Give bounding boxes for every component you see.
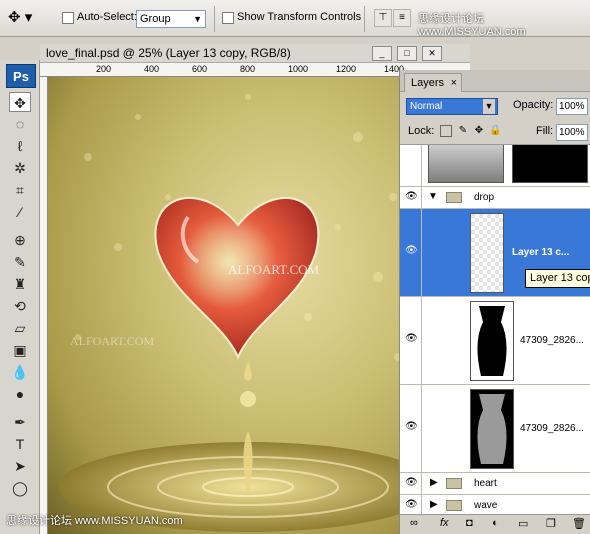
tab-layers[interactable]: Layers × (404, 73, 462, 92)
lock-position-icon[interactable]: ✥ (473, 125, 485, 137)
layer-thumbnail (470, 301, 514, 381)
layer-group-row[interactable]: 👁 ▼ drop (400, 187, 590, 209)
image-canvas[interactable]: ALFOART.COM ALFOART.COM (48, 77, 440, 534)
chevron-right-icon[interactable]: ▶ (430, 477, 438, 488)
eye-icon[interactable]: 👁 (405, 499, 418, 510)
layer-row[interactable] (400, 145, 590, 187)
panel-footer: ∞ fx ◘ ◐ ▭ ❐ 🗑 (400, 514, 590, 534)
divider (364, 6, 365, 32)
folder-icon (446, 192, 462, 203)
layer-thumbnail (428, 145, 504, 183)
move-tool-icon[interactable]: ✥ ▾ (8, 8, 42, 28)
toolbox: Ps ✥ ◌ ℓ ✲ ⌗ ⁄ ⊕ ✎ ♜ ⟲ ▱ ▣ 💧 ● ✒ T ➤ ◯ (0, 60, 40, 534)
eraser-icon[interactable]: ▱ (9, 318, 31, 338)
path-select-icon[interactable]: ➤ (9, 456, 31, 476)
move-tool-icon[interactable]: ✥ (9, 92, 31, 112)
auto-select-label: Auto-Select: (77, 11, 137, 23)
layer-group-row[interactable]: 👁 ▶ heart (400, 473, 590, 495)
lock-all-icon[interactable]: 🔒 (489, 125, 501, 137)
chevron-down-icon[interactable]: ▼ (428, 191, 438, 202)
chevron-right-icon[interactable]: ▶ (430, 499, 438, 510)
layer-mask-thumbnail (512, 145, 588, 183)
eye-icon[interactable]: 👁 (405, 245, 418, 256)
canvas-watermark: ALFOART.COM (70, 334, 155, 348)
pen-tool-icon[interactable]: ✒ (9, 412, 31, 432)
eye-icon[interactable]: 👁 (405, 191, 418, 202)
heart-artwork (58, 94, 438, 532)
layer-row[interactable]: 👁 47309_2826... (400, 297, 590, 385)
marquee-tool-icon[interactable]: ◌ (9, 114, 31, 134)
gradient-tool-icon[interactable]: ▣ (9, 340, 31, 360)
show-transform-label: Show Transform Controls (237, 11, 362, 23)
align-top-icon[interactable]: ⊤ (374, 9, 392, 27)
adjustment-layer-icon[interactable]: ◐ (492, 517, 499, 529)
chevron-down-icon: ▼ (193, 14, 202, 24)
show-transform-checkbox[interactable] (222, 12, 234, 24)
magic-wand-icon[interactable]: ✲ (9, 158, 31, 178)
watermark: 思缘设计论坛 www.MISSYUAN.com (6, 515, 183, 527)
document-title-bar[interactable]: love_final.psd @ 25% (Layer 13 copy, RGB… (40, 44, 470, 63)
minimize-button[interactable]: _ (372, 46, 392, 61)
eye-icon[interactable]: 👁 (405, 421, 418, 432)
healing-brush-icon[interactable]: ⊕ (9, 230, 31, 250)
opacity-field[interactable]: 100% (556, 98, 588, 115)
new-layer-icon[interactable]: ❐ (546, 517, 556, 530)
document-title: love_final.psd @ 25% (Layer 13 copy, RGB… (46, 46, 291, 60)
trash-icon[interactable]: 🗑 (572, 517, 586, 530)
history-brush-icon[interactable]: ⟲ (9, 296, 31, 316)
layers-list: 👁 ▼ drop 👁 Layer 13 c... 👁 47309_2826...… (400, 144, 590, 514)
layer-thumbnail (470, 389, 514, 469)
clone-stamp-icon[interactable]: ♜ (9, 274, 31, 294)
close-button[interactable]: ✕ (422, 46, 442, 61)
blend-mode-dropdown[interactable]: Normal ▼ (406, 98, 498, 115)
lock-paint-icon[interactable]: ✎ (457, 125, 469, 137)
layers-panel: Layers × Normal ▼ Opacity: 100% Lock: ✎ … (399, 70, 590, 534)
vertical-ruler (40, 77, 48, 534)
brush-tool-icon[interactable]: ✎ (9, 252, 31, 272)
fill-field[interactable]: 100% (556, 124, 588, 141)
link-layers-icon[interactable]: ∞ (410, 517, 418, 529)
auto-select-dropdown[interactable]: Group ▼ (136, 10, 206, 28)
canvas-watermark: ALFOART.COM (228, 262, 320, 277)
panel-tab-bar: Layers × (400, 70, 590, 92)
layer-name-tooltip: Layer 13 copy (525, 269, 590, 288)
lock-row: Lock: ✎ ✥ 🔒 Fill: 100% (400, 122, 590, 144)
eyedropper-icon[interactable]: ⁄ (9, 202, 31, 222)
lock-label: Lock: (408, 125, 435, 137)
close-icon[interactable]: × (451, 74, 457, 92)
layer-row[interactable]: 👁 47309_2826... (400, 385, 590, 473)
add-mask-icon[interactable]: ◘ (466, 517, 473, 529)
layer-thumbnail (470, 213, 504, 293)
dodge-tool-icon[interactable]: ● (9, 384, 31, 404)
eye-icon[interactable]: 👁 (405, 477, 418, 488)
folder-icon (446, 500, 462, 511)
blend-row: Normal ▼ Opacity: 100% (400, 96, 590, 118)
watermark: 思缘设计论坛 www.MISSYUAN.com (418, 13, 526, 38)
ps-logo: Ps (6, 64, 36, 88)
chevron-down-icon: ▼ (483, 99, 495, 114)
type-tool-icon[interactable]: T (9, 434, 31, 454)
layer-style-icon[interactable]: fx (440, 517, 449, 529)
align-vcenter-icon[interactable]: ≡ (393, 9, 411, 27)
new-group-icon[interactable]: ▭ (518, 517, 528, 530)
fill-label: Fill: (536, 125, 554, 137)
lock-transparency-icon[interactable] (440, 125, 452, 137)
auto-select-checkbox[interactable] (62, 12, 74, 24)
maximize-button[interactable]: □ (397, 46, 417, 61)
crop-tool-icon[interactable]: ⌗ (9, 180, 31, 200)
opacity-label: Opacity: (513, 99, 554, 111)
folder-icon (446, 478, 462, 489)
eye-icon[interactable]: 👁 (405, 333, 418, 344)
blur-tool-icon[interactable]: 💧 (9, 362, 31, 382)
shape-tool-icon[interactable]: ◯ (9, 478, 31, 498)
lasso-tool-icon[interactable]: ℓ (9, 136, 31, 156)
divider (214, 6, 215, 32)
layer-group-row[interactable]: 👁 ▶ wave (400, 495, 590, 514)
